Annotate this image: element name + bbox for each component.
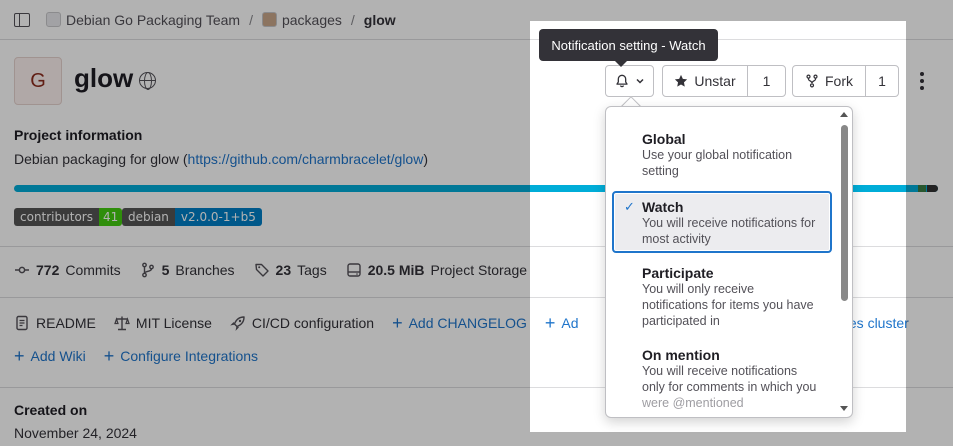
scroll-down-arrow-icon[interactable]: [840, 406, 848, 411]
notification-tooltip: Notification setting - Watch: [539, 29, 718, 67]
plus-icon: +: [544, 313, 556, 333]
checkmark-icon: ✓: [624, 199, 635, 214]
overlay-mask: [0, 0, 530, 446]
option-description: Use your global notification: [642, 148, 793, 162]
overlay-mask: [906, 0, 953, 446]
fork-icon: [806, 74, 818, 88]
bell-icon: [615, 74, 628, 88]
fork-count[interactable]: 1: [866, 73, 898, 89]
notification-option-on-mention[interactable]: On mention You will receive notification…: [612, 347, 832, 417]
scroll-up-arrow-icon[interactable]: [840, 112, 848, 117]
kubernetes-cluster-link[interactable]: tes cluster: [845, 315, 909, 331]
notification-option-watch[interactable]: ✓ Watch You will receive notifications f…: [612, 191, 832, 253]
overlay-mask: [530, 0, 906, 21]
option-description: participated in: [642, 314, 720, 328]
unstar-label: Unstar: [694, 73, 736, 89]
option-title: Global: [642, 131, 686, 147]
notification-option-global[interactable]: Global Use your global notification sett…: [612, 131, 832, 183]
star-count[interactable]: 1: [748, 73, 785, 89]
option-title: Participate: [642, 265, 714, 281]
option-description: were @mentioned: [642, 396, 744, 410]
fork-button-group: Fork 1: [792, 65, 899, 97]
option-description: only for comments in which you: [642, 380, 817, 394]
star-icon: [675, 74, 688, 87]
notification-option-participate[interactable]: Participate You will only receive notifi…: [612, 265, 832, 335]
dropdown-scrollbar[interactable]: [841, 125, 848, 301]
option-description: You will receive notifications: [642, 364, 798, 378]
option-description: notifications for items you have: [642, 298, 814, 312]
fork-label: Fork: [825, 73, 853, 89]
option-description: You will only receive: [642, 282, 755, 296]
notification-settings-button[interactable]: [605, 65, 654, 97]
option-description: most activity: [642, 232, 711, 246]
option-title: Watch: [642, 199, 684, 215]
fork-button[interactable]: Fork: [793, 66, 866, 96]
option-title: On mention: [642, 347, 720, 363]
unstar-button[interactable]: Unstar: [663, 66, 748, 96]
unstar-button-group: Unstar 1: [662, 65, 786, 97]
notification-dropdown: Global Use your global notification sett…: [605, 106, 853, 418]
option-description: setting: [642, 164, 679, 178]
option-description: You will receive notifications for: [642, 216, 816, 230]
chevron-down-icon: [635, 78, 644, 84]
add-partial-label: Ad: [561, 315, 579, 331]
add-partial-link[interactable]: + Ad: [544, 313, 579, 333]
overlay-mask: [530, 432, 906, 446]
